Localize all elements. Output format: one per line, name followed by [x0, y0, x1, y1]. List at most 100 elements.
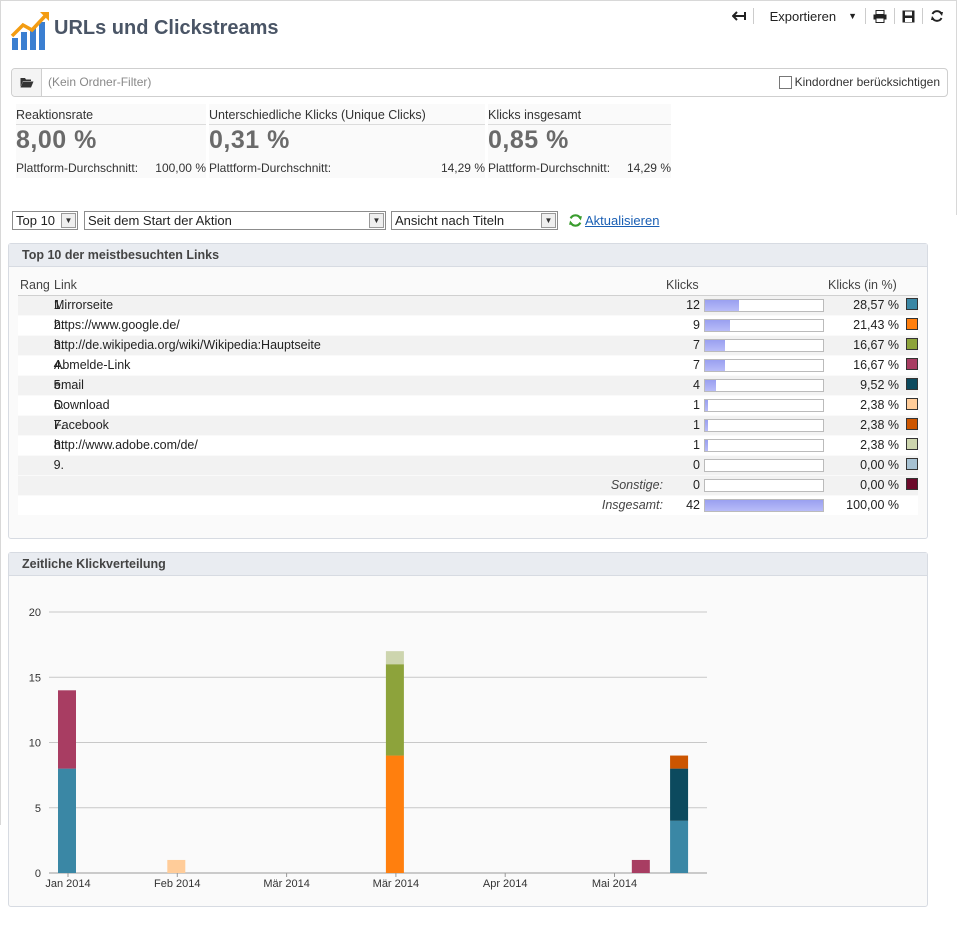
- link-cell: Facebook: [54, 418, 109, 432]
- y-tick-label: 10: [29, 738, 41, 750]
- color-swatch: [906, 438, 918, 450]
- chart-area: 0 5 10 15 20 Jan 2014 Feb 2014 Mär 2014 Mär 2014…: [9, 576, 909, 909]
- x-tick-label: Apr 2014: [483, 878, 528, 890]
- kpi-response-rate: Reaktionsrate 8,00 % Plattform-Durchschn…: [16, 104, 206, 178]
- view-select[interactable]: Ansicht nach Titeln ▼: [391, 211, 558, 230]
- bar-segment: [58, 768, 76, 873]
- page-title: URLs und Clickstreams: [54, 17, 279, 39]
- link-cell: Abmelde-Link: [54, 358, 131, 372]
- click-distribution-chart: 0 5 10 15 20 Jan 2014 Feb 2014 Mär 2014 Mär 2014…: [29, 607, 707, 890]
- kpi-average-label: Plattform-Durchschnitt:: [209, 161, 332, 175]
- kpi-unique-clicks: Unterschiedliche Klicks (Unique Clicks) …: [209, 104, 485, 178]
- bar-segment: [670, 820, 689, 873]
- table-row: 5. email 4 9,52 %: [18, 376, 918, 395]
- y-tick-label: 20: [29, 607, 41, 619]
- percent-cell: 9,52 %: [860, 378, 899, 392]
- table-row: 6. Download 1 2,38 %: [18, 396, 918, 415]
- column-header-clicks-pct: Klicks (in %): [828, 278, 897, 292]
- clicks-cell: 9: [693, 318, 700, 332]
- subfolder-checkbox[interactable]: [778, 75, 792, 89]
- subfolder-checkbox-group[interactable]: Kindordner berücksichtigen: [778, 75, 940, 89]
- percent-cell: 21,43 %: [853, 318, 899, 332]
- total-label: Insgesamt:: [601, 498, 663, 512]
- bar-segment: [58, 690, 76, 769]
- reload-icon: [931, 10, 943, 22]
- rank-cell: 9.: [53, 458, 64, 472]
- panel-title: Top 10 der meistbesuchten Links: [9, 244, 927, 267]
- kpi-label: Unterschiedliche Klicks (Unique Clicks): [209, 108, 426, 122]
- folder-filter-button[interactable]: [12, 69, 42, 96]
- print-button[interactable]: [866, 7, 894, 25]
- table-row: 2. https://www.google.de/9 21,43 %: [18, 316, 918, 335]
- clicks-bar-fill: [705, 380, 717, 391]
- save-button[interactable]: [895, 7, 922, 25]
- period-select[interactable]: Seit dem Start der Aktion ▼: [84, 211, 386, 230]
- color-swatch: [906, 478, 918, 490]
- kpi-average-label: Plattform-Durchschnitt:: [16, 161, 139, 175]
- clicks-bar: [704, 319, 824, 332]
- clicks-cell: 7: [693, 358, 700, 372]
- kpi-total-clicks: Klicks insgesamt 0,85 % Plattform-Durchs…: [488, 104, 671, 178]
- clicks-bar: [704, 499, 824, 512]
- divider: [488, 124, 671, 125]
- kpi-label: Reaktionsrate: [16, 108, 94, 122]
- refresh-icon[interactable]: [568, 213, 583, 228]
- link-cell: https://www.google.de/: [54, 318, 180, 332]
- column-header-rank: Rang: [20, 278, 50, 292]
- back-button[interactable]: [725, 7, 753, 25]
- bar-segment: [385, 651, 404, 665]
- clicks-bar-fill: [705, 440, 708, 451]
- refresh-link[interactable]: Aktualisieren: [585, 213, 659, 228]
- window-border-left: [0, 0, 1, 825]
- table-row: 3. http://de.wikipedia.org/wiki/Wikipedia…: [18, 336, 918, 355]
- table-row: 1. Mirrorseite 12 28,57 %: [18, 296, 918, 315]
- x-tick-label: Mär 2014: [373, 878, 419, 890]
- clicks-bar: [704, 399, 824, 412]
- percent-cell: 2,38 %: [860, 438, 899, 452]
- kpi-value: 0,85 %: [488, 126, 569, 154]
- table-row-total: Insgesamt: 42 100,00 %: [18, 496, 918, 515]
- other-label: Sonstige:: [610, 478, 663, 492]
- clicks-bar-fill: [705, 360, 725, 371]
- export-button[interactable]: Exportieren ▼: [754, 7, 865, 25]
- clicks-bar: [704, 359, 824, 372]
- color-swatch: [906, 418, 918, 430]
- save-disk-icon: [902, 10, 915, 22]
- link-cell: http://de.wikipedia.org/wiki/Wikipedia:H…: [54, 338, 321, 352]
- link-cell: http://www.adobe.com/de/: [54, 438, 198, 452]
- x-tick-label: Feb 2014: [154, 878, 200, 890]
- table-row: 7. Facebook 1 2,38 %: [18, 416, 918, 435]
- link-cell: email: [54, 378, 84, 392]
- kpi-average-value: 14,29 %: [440, 161, 485, 175]
- clicks-bar: [704, 419, 824, 432]
- clicks-bar-fill: [705, 340, 725, 351]
- color-swatch: [906, 358, 918, 370]
- top-links-panel: Top 10 der meistbesuchten Links Rang Lin…: [8, 243, 928, 539]
- percent-cell: 28,57 %: [853, 298, 899, 312]
- window-border-top: [0, 0, 957, 1]
- color-swatch: [906, 298, 918, 310]
- color-swatch: [906, 458, 918, 470]
- chevron-down-icon: ▼: [369, 213, 384, 228]
- y-tick-label: 0: [35, 868, 41, 880]
- kpi-value: 8,00 %: [16, 126, 97, 154]
- table-row: 4. Abmelde-Link 7 16,67 %: [18, 356, 918, 375]
- clicks-cell: 1: [693, 398, 700, 412]
- table-row: 8. http://www.adobe.com/de/1 2,38 %: [18, 436, 918, 455]
- link-cell: Mirrorseite: [54, 298, 114, 312]
- report-chart-icon: [10, 12, 49, 50]
- back-arrow-icon: [731, 11, 746, 21]
- folder-filter-input[interactable]: (Kein Ordner-Filter): [48, 75, 151, 89]
- period-select-value: Seit dem Start der Aktion: [88, 213, 232, 228]
- percent-cell: 2,38 %: [860, 398, 899, 412]
- reload-button[interactable]: [923, 7, 951, 25]
- color-swatch: [906, 398, 918, 410]
- folder-open-icon: [20, 78, 33, 88]
- table-row: 9. 0 0,00 %: [18, 456, 918, 475]
- bar-segment: [631, 859, 650, 873]
- toolbar: Exportieren ▼: [725, 6, 951, 26]
- divider: [16, 124, 206, 125]
- clicks-cell: 0: [693, 478, 700, 492]
- top-n-select[interactable]: Top 10 ▼: [12, 211, 78, 230]
- kpi-average-value: 14,29 %: [626, 161, 671, 175]
